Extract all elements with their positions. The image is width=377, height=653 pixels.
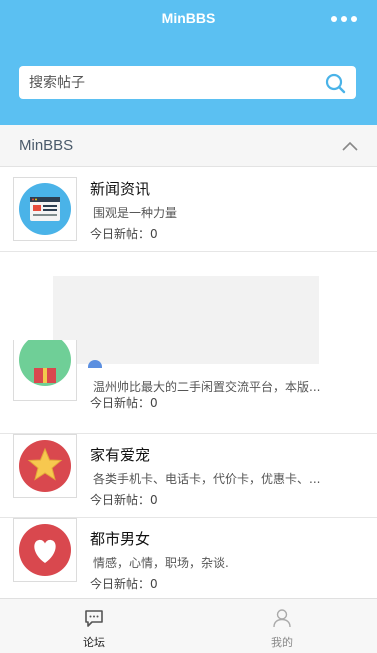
section-header[interactable]: MinBBS — [0, 125, 377, 167]
chevron-up-icon[interactable] — [341, 140, 359, 152]
forum-description: 温州帅比最大的二手闲置交流平台，本版... — [93, 380, 321, 394]
forum-name: 家有爱宠 — [90, 446, 151, 464]
bottom-tab-bar: 论坛 我的 — [0, 598, 377, 653]
forum-name: 都市男女 — [90, 530, 151, 548]
forum-description: 各类手机卡、电话卡，代价卡，优惠卡、... — [93, 472, 321, 486]
forum-thumbnail — [13, 177, 77, 241]
star-icon — [19, 440, 71, 492]
tab-forum-label: 论坛 — [83, 636, 105, 649]
search-icon[interactable] — [324, 72, 346, 94]
tab-forum[interactable]: 论坛 — [0, 599, 188, 653]
forum-today-count: 今日新帖：0 — [90, 577, 158, 591]
section-title: MinBBS — [19, 137, 74, 154]
forum-today-count: 今日新帖：0 — [90, 396, 158, 410]
tab-mine-label: 我的 — [271, 636, 293, 649]
app-header: MinBBS — [0, 0, 377, 125]
search-bar[interactable] — [19, 66, 356, 99]
forum-thumbnail — [13, 340, 77, 401]
forum-thumbnail — [13, 434, 77, 498]
more-dots-icon[interactable] — [331, 16, 357, 22]
forum-name: 新闻资讯 — [90, 180, 151, 198]
forum-item-pets[interactable]: 家有爱宠 各类手机卡、电话卡，代价卡，优惠卡、... 今日新帖：0 — [0, 434, 377, 518]
forum-chat-icon — [85, 610, 103, 627]
heart-icon — [19, 524, 71, 576]
forum-item-secondhand[interactable]: 温州帅比最大的二手闲置交流平台，本版... 今日新帖：0 — [0, 340, 377, 434]
app-title: MinBBS — [161, 10, 216, 26]
forum-today-count: 今日新帖：0 — [90, 493, 158, 507]
browser-window-icon — [19, 183, 71, 235]
forum-description: 情感，心情，职场，杂谈. — [93, 556, 229, 570]
user-profile-icon — [273, 609, 291, 628]
forum-today-count: 今日新帖：0 — [90, 227, 158, 241]
forum-item-urban[interactable]: 都市男女 情感，心情，职场，杂谈. 今日新帖：0 — [0, 518, 377, 602]
forum-thumbnail — [13, 518, 77, 582]
tab-mine[interactable]: 我的 — [188, 599, 376, 653]
forum-description: 围观是一种力量 — [93, 206, 178, 220]
search-input[interactable] — [29, 74, 324, 91]
forum-item-news[interactable]: 新闻资讯 围观是一种力量 今日新帖：0 — [0, 168, 377, 252]
gift-icon — [19, 340, 71, 386]
